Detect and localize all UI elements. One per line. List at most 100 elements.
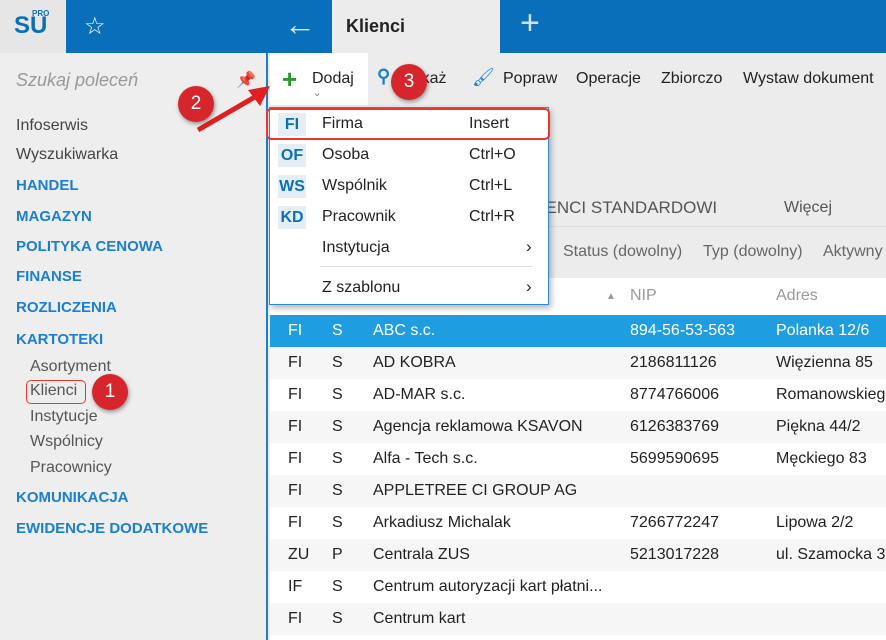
- menu-item-label: Pracownik: [322, 208, 396, 225]
- cell-address: Piękna 44/2: [776, 418, 861, 435]
- menu-item-label: Instytucja: [322, 239, 390, 256]
- table-row[interactable]: FI S Alfa - Tech s.c. 5699590695 Męckiego 83: [270, 443, 886, 475]
- table-row[interactable]: FI S Agencja reklamowa KSAVON 6126383769 Pię…: [270, 411, 886, 443]
- typ-filter[interactable]: Typ (dowolny): [703, 243, 803, 261]
- table-row[interactable]: FI S APPLETREE CI GROUP AG: [270, 475, 886, 507]
- klienci-highlight: [26, 380, 86, 404]
- menu-item-shortcut: Ctrl+R: [469, 208, 515, 225]
- sidebar-item-pracownicy[interactable]: Pracownicy: [30, 459, 112, 477]
- cell-group: S: [332, 354, 343, 371]
- cell-group: S: [332, 386, 343, 403]
- cell-group: S: [332, 482, 343, 499]
- annotation-badge-3: 3: [391, 64, 427, 100]
- cell-name: Alfa - Tech s.c.: [373, 450, 478, 467]
- sidebar-item-komunikacja[interactable]: KOMUNIKACJA: [16, 489, 129, 506]
- menu-item-osoba[interactable]: OF Osoba Ctrl+O: [270, 140, 548, 171]
- cell-nip: 8774766006: [630, 386, 719, 403]
- menu-item-label: Osoba: [322, 146, 370, 163]
- command-search-input[interactable]: Szukaj poleceń: [16, 70, 138, 91]
- cell-name: Centrum kart: [373, 610, 466, 627]
- chevron-right-icon: ›: [526, 277, 532, 296]
- cell-address: Więzienna 85: [776, 354, 873, 371]
- menu-item-wspólnik[interactable]: WS Wspólnik Ctrl+L: [270, 171, 548, 202]
- sidebar-item-finanse[interactable]: FINANSE: [16, 268, 82, 285]
- cell-group: S: [332, 578, 343, 595]
- cell-group: S: [332, 322, 343, 339]
- cell-group: P: [332, 546, 343, 563]
- cell-type: FI: [288, 354, 303, 371]
- sidebar-item-polityka-cenowa[interactable]: POLITYKA CENOWA: [16, 238, 163, 255]
- sidebar-item-infoserwis[interactable]: Infoserwis: [16, 117, 88, 135]
- sidebar-item-handel[interactable]: HANDEL: [16, 177, 79, 194]
- cell-name: Agencja reklamowa KSAVON: [373, 418, 583, 435]
- entity-type-icon: OF: [278, 144, 306, 167]
- brush-icon: 🖌: [472, 67, 495, 87]
- annotation-badge-2: 2: [178, 86, 214, 122]
- tab-klienci[interactable]: Klienci: [332, 0, 500, 53]
- cell-address: Polanka 12/6: [776, 322, 870, 339]
- sidebar-item-magazyn[interactable]: MAGAZYN: [16, 208, 92, 225]
- operacje-button[interactable]: Operacje: [576, 70, 641, 88]
- cell-name: ABC s.c.: [373, 322, 436, 339]
- cell-group: S: [332, 514, 343, 531]
- back-arrow-icon[interactable]: ←: [284, 6, 316, 43]
- sidebar-item-asortyment[interactable]: Asortyment: [30, 358, 111, 376]
- sort-asc-icon[interactable]: ▲: [606, 291, 616, 302]
- sidebar-item-kartoteki[interactable]: KARTOTEKI: [16, 331, 103, 348]
- menu-item-shortcut: Ctrl+O: [469, 146, 516, 163]
- menu-item-instytucja[interactable]: Instytucja ›: [270, 233, 548, 264]
- cell-nip: 2186811126: [630, 354, 717, 371]
- sidebar-item-rozliczenia[interactable]: ROZLICZENIA: [16, 299, 117, 316]
- wystaw-dokument-button[interactable]: Wystaw dokument: [743, 70, 874, 88]
- table-row[interactable]: IF S Centrum autoryzacji kart płatni...: [270, 571, 886, 603]
- entity-type-icon: WS: [278, 175, 306, 198]
- search-icon[interactable]: ⚲: [377, 66, 390, 87]
- menu-item-z-szablonu[interactable]: Z szablonu ›: [270, 273, 548, 304]
- zbiorczo-button[interactable]: Zbiorczo: [661, 70, 722, 88]
- new-tab-plus-icon[interactable]: +: [520, 4, 540, 43]
- cell-nip: 6126383769: [630, 418, 719, 435]
- menu-item-shortcut: Ctrl+L: [469, 177, 513, 194]
- plus-icon: +: [282, 64, 298, 94]
- cell-type: FI: [288, 482, 303, 499]
- cell-name: APPLETREE CI GROUP AG: [373, 482, 578, 499]
- favorites-star-icon[interactable]: ☆: [84, 12, 106, 41]
- menu-item-label: Z szablonu: [322, 279, 401, 296]
- menu-separator: [320, 266, 532, 267]
- table-row[interactable]: FI S ABC s.c. 894-56-53-563 Polanka 12/6: [270, 315, 886, 347]
- table-row[interactable]: FI S Arkadiusz Michalak 7266772247 Lipowa 2/…: [270, 507, 886, 539]
- status-filter[interactable]: Status (dowolny): [563, 243, 682, 261]
- table-row[interactable]: FI S Centrum kart: [270, 603, 886, 635]
- popraw-button[interactable]: Popraw: [503, 70, 557, 88]
- table-row[interactable]: FI S AD KOBRA 2186811126 Więzienna 85: [270, 347, 886, 379]
- cell-name: AD-MAR s.c.: [373, 386, 466, 403]
- sidebar-item-wspólnicy[interactable]: Wspólnicy: [30, 433, 103, 451]
- cell-address: Męckiego 83: [776, 450, 867, 467]
- aktywny-filter[interactable]: Aktywny: [823, 243, 883, 261]
- app-logo: SU PRO: [0, 0, 66, 53]
- menu-item-label: Wspólnik: [322, 177, 387, 194]
- cell-type: FI: [288, 386, 303, 403]
- cell-type: FI: [288, 514, 303, 531]
- cell-group: S: [332, 610, 343, 627]
- dodaj-label: Dodaj: [312, 70, 354, 87]
- menu-item-pracownik[interactable]: KD Pracownik Ctrl+R: [270, 202, 548, 233]
- cell-nip: 894-56-53-563: [630, 322, 735, 339]
- annotation-badge-1: 1: [92, 374, 128, 410]
- sidebar-item-wyszukiwarka[interactable]: Wyszukiwarka: [16, 146, 118, 164]
- sidebar-item-ewidencje-dodatkowe[interactable]: EWIDENCJE DODATKOWE: [16, 520, 208, 537]
- chevron-right-icon: ›: [526, 237, 532, 256]
- cell-nip: 5699590695: [630, 450, 719, 467]
- cell-type: FI: [288, 322, 303, 339]
- column-header-nip[interactable]: NIP: [630, 287, 657, 305]
- column-header-adres[interactable]: Adres: [776, 287, 818, 305]
- cell-type: FI: [288, 610, 303, 627]
- chevron-down-icon: ⌄: [313, 88, 322, 99]
- table-row[interactable]: ZU P Centrala ZUS 5213017228 ul. Szamocka 3,: [270, 539, 886, 571]
- tab-wiecej[interactable]: Więcej: [784, 199, 832, 217]
- table-row[interactable]: FI S AD-MAR s.c. 8774766006 Romanowskiego: [270, 379, 886, 411]
- sidebar-item-instytucje[interactable]: Instytucje: [30, 408, 98, 426]
- firma-highlight: [266, 108, 550, 140]
- cell-address: Lipowa 2/2: [776, 514, 854, 531]
- tab-klienci-standardowi[interactable]: KLIENCI STANDARDOWI: [520, 198, 717, 218]
